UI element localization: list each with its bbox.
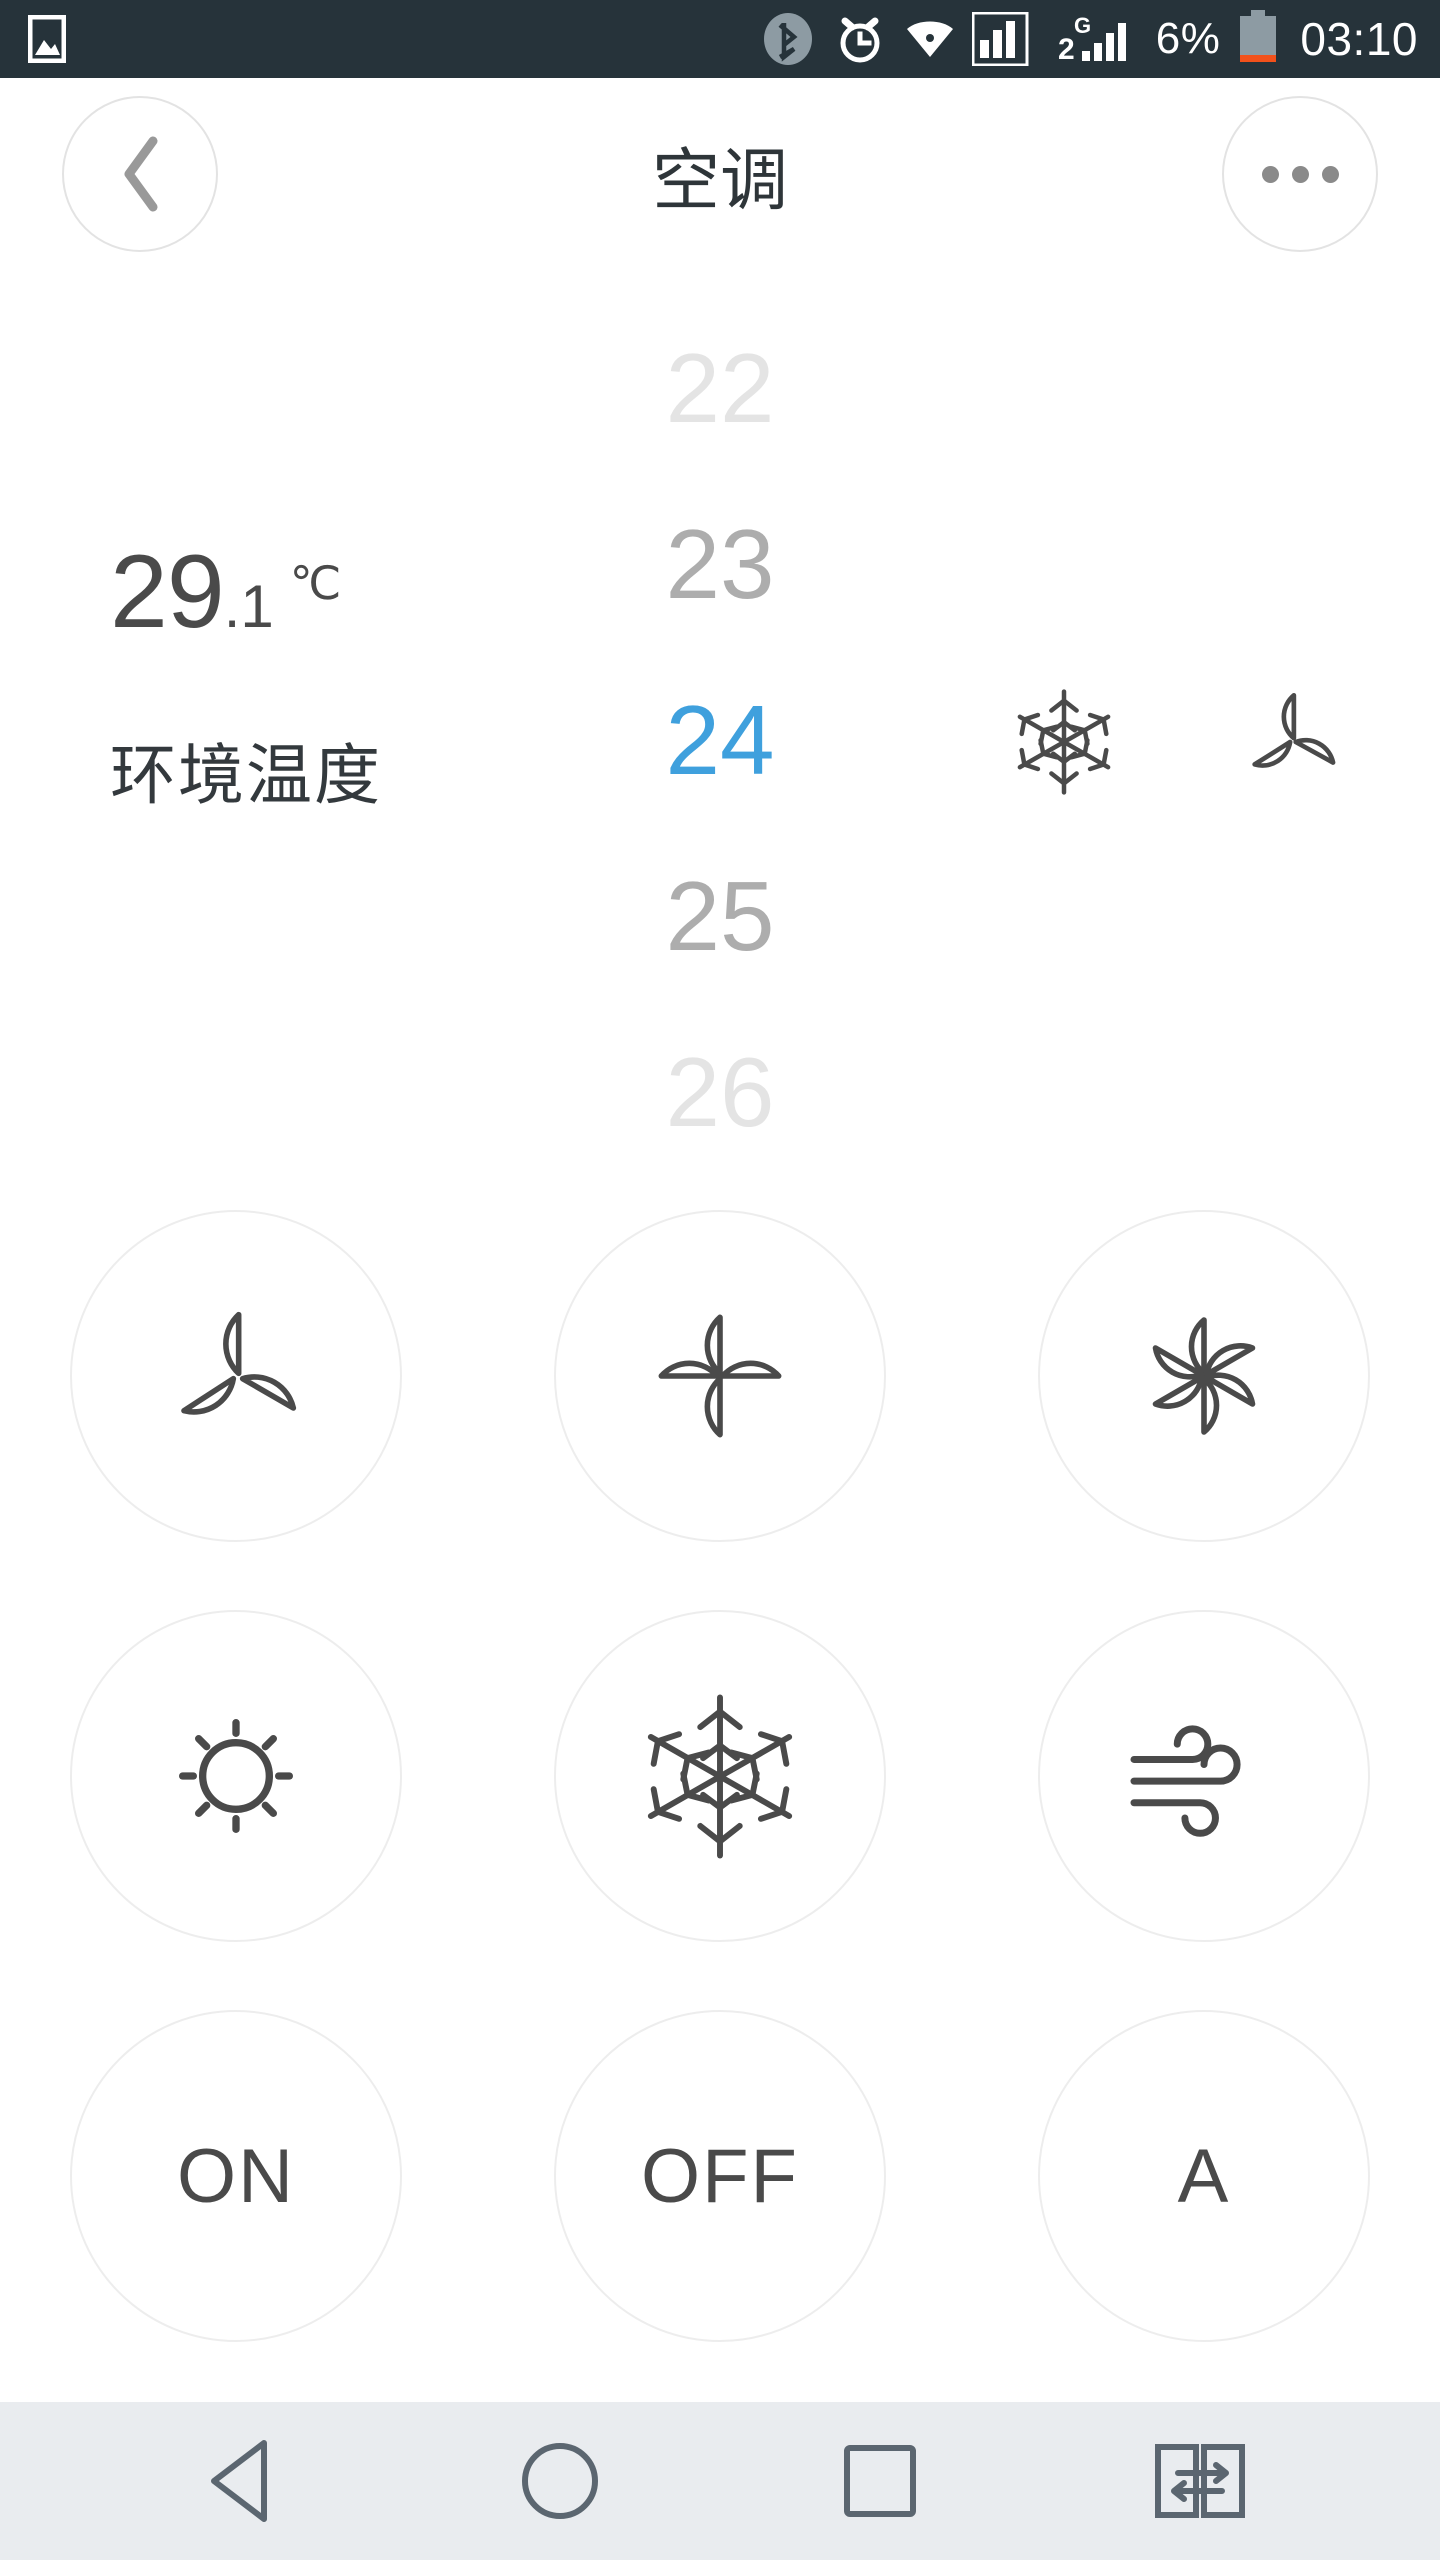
app-header: 空调 [0, 78, 1440, 268]
control-grid: ON OFF A [0, 1210, 1440, 2410]
mode-row [0, 1610, 1440, 1942]
mode-auto-label: A [1177, 2133, 1231, 2219]
fan-6-blade-icon [1124, 1296, 1284, 1456]
bluetooth-icon [760, 11, 816, 67]
fan-speed-medium-button[interactable] [554, 1210, 886, 1542]
circle-home-icon [518, 2439, 602, 2523]
triangle-back-icon [202, 2437, 278, 2525]
more-options-icon [1261, 165, 1339, 183]
battery-icon [1236, 10, 1280, 68]
square-recents-icon [840, 2441, 920, 2521]
sun-icon [156, 1696, 316, 1856]
battery-percent-label: 6% [1155, 14, 1221, 63]
signal-g-sim2-icon: 2 G [1056, 11, 1140, 67]
nav-back-button[interactable] [165, 2426, 315, 2536]
target-temperature-picker[interactable]: 22 23 24 25 26 [560, 300, 880, 1180]
power-on-label: ON [177, 2133, 295, 2219]
mode-auto-button[interactable]: A [1038, 2010, 1370, 2342]
snowflake-icon [635, 1689, 805, 1864]
fan-3-blade-icon [1236, 686, 1348, 798]
picker-item-selected[interactable]: 24 [560, 652, 880, 828]
picker-item[interactable]: 26 [560, 1004, 880, 1180]
android-nav-bar [0, 2402, 1440, 2560]
power-off-label: OFF [641, 2133, 799, 2219]
power-row: ON OFF A [0, 2010, 1440, 2342]
ambient-temp-fraction: .1 [223, 573, 274, 640]
picker-item[interactable]: 25 [560, 828, 880, 1004]
fan-speed-row [0, 1210, 1440, 1542]
alarm-clock-icon [832, 11, 888, 67]
ambient-temp-label: 环境温度 [110, 737, 382, 814]
svg-text:2: 2 [1058, 33, 1075, 66]
fan-speed-high-button[interactable] [1038, 1210, 1370, 1542]
nav-home-button[interactable] [485, 2426, 635, 2536]
signal-2g-sim1-icon [971, 12, 1040, 66]
snowflake-icon [1010, 686, 1118, 798]
wifi-icon [904, 17, 956, 61]
picker-item[interactable]: 23 [560, 476, 880, 652]
fan-speed-low-button[interactable] [70, 1210, 402, 1542]
power-on-button[interactable]: ON [70, 2010, 402, 2342]
gallery-image-icon [28, 15, 66, 63]
ambient-temp-unit: ℃ [289, 557, 342, 609]
power-off-button[interactable]: OFF [554, 2010, 886, 2342]
fan-3-blade-icon [156, 1296, 316, 1456]
wind-icon [1119, 1706, 1289, 1846]
more-options-button[interactable] [1222, 96, 1378, 252]
dual-window-icon [1152, 2439, 1248, 2523]
status-bar-clock: 03:10 [1300, 13, 1418, 65]
mode-heat-button[interactable] [70, 1610, 402, 1942]
fan-4-blade-icon [640, 1296, 800, 1456]
current-status-indicators [1010, 672, 1390, 812]
status-bar-left-group [28, 15, 66, 63]
mode-fan-button[interactable] [1038, 1610, 1370, 1942]
nav-dual-window-button[interactable] [1125, 2426, 1275, 2536]
ambient-temp-integer: 29 [110, 534, 225, 650]
svg-text:G: G [1074, 13, 1091, 38]
ambient-temperature-block: 29 .1 ℃ 环境温度 [110, 540, 580, 818]
mode-cool-button[interactable] [554, 1610, 886, 1942]
ambient-temperature-value-row: 29 .1 ℃ [110, 540, 580, 644]
picker-item[interactable]: 22 [560, 300, 880, 476]
status-bar-right-group: 2 G 6% 03:10 [760, 10, 1418, 68]
nav-recents-button[interactable] [805, 2426, 955, 2536]
status-bar: 2 G 6% 03:10 [0, 0, 1440, 78]
